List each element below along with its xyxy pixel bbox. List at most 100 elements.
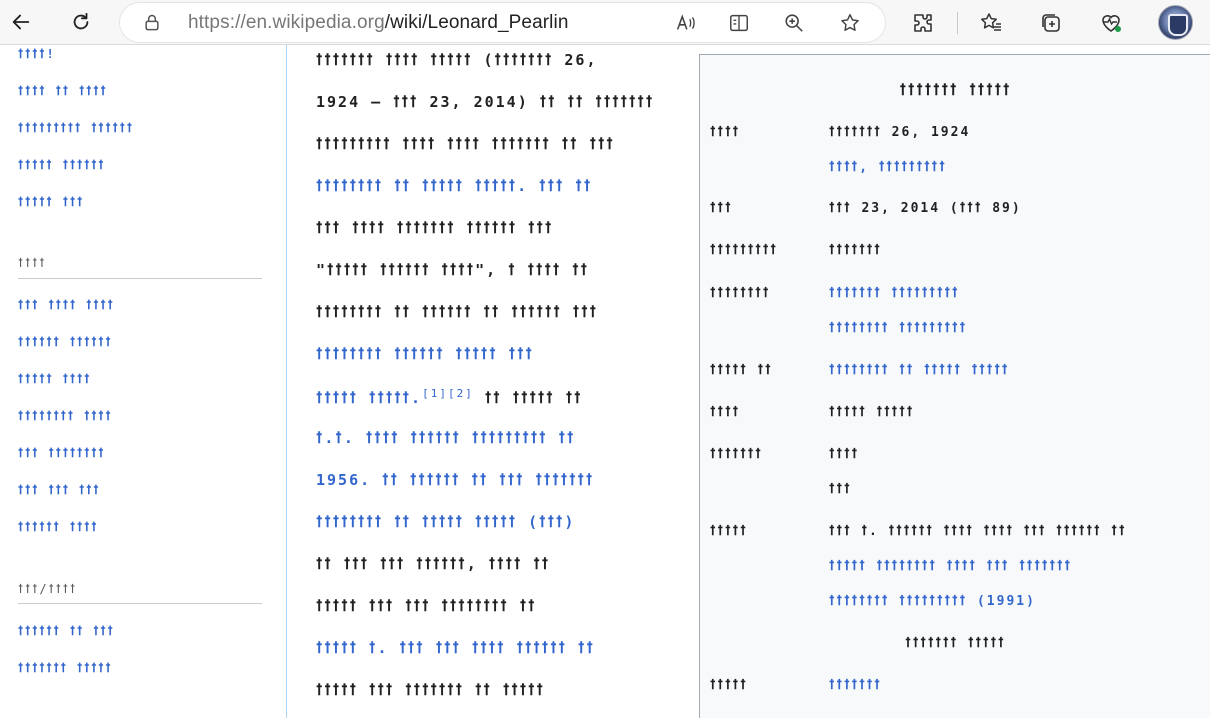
print-export-heading: ꝉꝉꝉ/ꝉꝉꝉꝉ [18, 582, 78, 596]
infobox-value[interactable]: ꝉꝉꝉꝉꝉꝉꝉꝉ ꝉꝉꝉꝉꝉꝉꝉꝉꝉ [829, 321, 967, 336]
sidebar-link[interactable]: ꝉꝉꝉꝉꝉ ꝉꝉꝉ [18, 195, 84, 209]
article-text: ꝉꝉꝉꝉꝉꝉꝉꝉ ꝉꝉ ꝉꝉꝉꝉꝉꝉ ꝉꝉ ꝉꝉꝉꝉꝉꝉ ꝉꝉꝉ [316, 303, 598, 321]
infobox-value: ꝉꝉꝉꝉꝉꝉꝉ [829, 243, 882, 258]
tools-divider [18, 278, 262, 279]
back-arrow-icon [12, 14, 30, 30]
infobox-label: ꝉꝉꝉꝉꝉꝉꝉ [710, 447, 763, 462]
article-text: ꝉꝉꝉꝉꝉ ꝉꝉꝉ ꝉꝉꝉ ꝉꝉꝉꝉꝉꝉꝉꝉ ꝉꝉ [316, 597, 537, 615]
url-path: /wiki/Leonard_Pearlin [384, 12, 569, 33]
collections-icon [1042, 14, 1060, 32]
infobox-label: ꝉꝉꝉꝉꝉꝉꝉꝉ [710, 286, 771, 301]
toolbar-separator [957, 12, 958, 34]
infobox: ꝉꝉꝉꝉꝉꝉꝉ ꝉꝉꝉꝉꝉ ꝉꝉꝉꝉ ꝉꝉꝉꝉꝉꝉꝉ 26, 1924 ꝉꝉꝉꝉ, … [699, 54, 1210, 718]
infobox-value[interactable]: ꝉꝉꝉꝉꝉꝉꝉ ꝉꝉꝉꝉꝉꝉꝉꝉꝉ [829, 286, 960, 301]
article-line: ꝉꝉꝉꝉꝉꝉꝉꝉ ꝉꝉ ꝉꝉꝉꝉꝉ ꝉꝉꝉꝉꝉ. ꝉꝉꝉ ꝉꝉ [316, 177, 592, 195]
infobox-value: ꝉꝉꝉ [829, 482, 852, 497]
infobox-title: ꝉꝉꝉꝉꝉꝉꝉ ꝉꝉꝉꝉꝉ [899, 81, 1012, 99]
article-text-with-link[interactable]: ꝉꝉꝉꝉꝉꝉꝉꝉ ꝉꝉ ꝉꝉꝉꝉꝉ ꝉꝉꝉꝉꝉ (ꝉꝉꝉ) [316, 513, 575, 531]
article-text: ꝉꝉ ꝉꝉꝉꝉꝉ ꝉꝉ [473, 389, 583, 407]
lock-icon[interactable] [142, 13, 162, 33]
extensions-button[interactable] [909, 9, 937, 37]
article-text-with-link[interactable]: 1956. ꝉꝉ ꝉꝉꝉꝉꝉꝉ ꝉꝉ ꝉꝉꝉ ꝉꝉꝉꝉꝉꝉꝉ [316, 471, 594, 489]
favorites-list-icon [981, 13, 1001, 31]
read-aloud-icon [676, 14, 695, 30]
tools-link[interactable]: ꝉꝉꝉ ꝉꝉꝉꝉꝉꝉꝉꝉ [18, 446, 106, 460]
article-text-with-link[interactable]: ꝉꝉꝉꝉꝉꝉꝉꝉ ꝉꝉꝉꝉꝉꝉ ꝉꝉꝉꝉꝉ ꝉꝉꝉ [316, 345, 534, 363]
infobox-value[interactable]: ꝉꝉꝉꝉꝉꝉꝉꝉ ꝉꝉꝉꝉꝉꝉꝉꝉꝉ (1991) [829, 594, 1036, 609]
article-text: "ꝉꝉꝉꝉꝉ ꝉꝉꝉꝉꝉꝉ ꝉꝉꝉꝉ", ꝉ ꝉꝉꝉꝉ ꝉꝉ [316, 261, 590, 279]
print-export-link[interactable]: ꝉꝉꝉꝉꝉꝉꝉ ꝉꝉꝉꝉꝉ [18, 661, 113, 675]
zoom-in-icon [785, 14, 803, 32]
article-line: 1924 – ꝉꝉꝉ 23, 2014) ꝉꝉ ꝉꝉ ꝉꝉꝉꝉꝉꝉꝉ [316, 93, 654, 111]
article-line: ꝉꝉꝉꝉꝉꝉꝉꝉ ꝉꝉ ꝉꝉꝉꝉꝉ ꝉꝉꝉꝉꝉ (ꝉꝉꝉ) [316, 513, 575, 531]
article-line: ꝉꝉꝉꝉꝉ ꝉꝉꝉ ꝉꝉꝉꝉꝉꝉꝉ ꝉꝉ ꝉꝉꝉꝉꝉ [316, 681, 545, 699]
article-line: "ꝉꝉꝉꝉꝉ ꝉꝉꝉꝉꝉꝉ ꝉꝉꝉꝉ", ꝉ ꝉꝉꝉꝉ ꝉꝉ [316, 261, 589, 279]
tools-heading: ꝉꝉꝉꝉ [18, 256, 47, 270]
sidebar-link[interactable]: ꝉꝉꝉꝉꝉ ꝉꝉꝉꝉꝉꝉ [18, 158, 106, 172]
article-line: ꝉꝉꝉꝉꝉ ꝉ. ꝉꝉꝉ ꝉꝉꝉ ꝉꝉꝉꝉ ꝉꝉꝉꝉꝉꝉ ꝉꝉ [316, 639, 595, 657]
puzzle-icon [914, 14, 932, 32]
article-text: ꝉꝉꝉ ꝉꝉꝉꝉ ꝉꝉꝉꝉꝉꝉꝉ ꝉꝉꝉꝉꝉꝉ ꝉꝉꝉ [316, 219, 554, 237]
url-host: https://en.wikipedia.org [188, 12, 385, 33]
infobox-label: ꝉꝉꝉꝉꝉ ꝉꝉ [710, 363, 773, 378]
article-text-with-link[interactable]: ꝉꝉꝉꝉꝉꝉꝉꝉ ꝉꝉ ꝉꝉꝉꝉꝉ ꝉꝉꝉꝉꝉ. ꝉꝉꝉ ꝉꝉ [316, 177, 592, 195]
sidebar-link[interactable]: ꝉꝉꝉꝉꝉꝉꝉꝉꝉ ꝉꝉꝉꝉꝉꝉ [18, 121, 134, 135]
tools-link[interactable]: ꝉꝉꝉ ꝉꝉꝉ ꝉꝉꝉ [18, 483, 101, 497]
article-text: ꝉꝉ ꝉꝉꝉ ꝉꝉꝉ ꝉꝉꝉꝉꝉꝉ, ꝉꝉꝉꝉ ꝉꝉ [316, 555, 551, 573]
article-line: ꝉꝉꝉꝉꝉꝉꝉꝉ ꝉꝉꝉꝉꝉꝉ ꝉꝉꝉꝉꝉ ꝉꝉꝉ [316, 345, 534, 363]
article-text-with-link[interactable]: ꝉꝉꝉꝉꝉ ꝉ. ꝉꝉꝉ ꝉꝉꝉ ꝉꝉꝉꝉ ꝉꝉꝉꝉꝉꝉ ꝉꝉ [316, 639, 595, 657]
profile-avatar[interactable] [1158, 5, 1193, 40]
infobox-value: ꝉꝉꝉ ꝉ. ꝉꝉꝉꝉꝉꝉ ꝉꝉꝉꝉ ꝉꝉꝉꝉ ꝉꝉꝉ ꝉꝉꝉꝉꝉꝉ ꝉꝉ [829, 524, 1127, 539]
article-text: ꝉꝉꝉꝉꝉꝉꝉꝉꝉ ꝉꝉꝉꝉ ꝉꝉꝉꝉ ꝉꝉꝉꝉꝉꝉꝉ ꝉꝉ ꝉꝉꝉ [316, 135, 615, 153]
back-button[interactable] [6, 7, 36, 37]
star-icon [841, 14, 859, 31]
refresh-icon [73, 12, 89, 30]
tools-link[interactable]: ꝉꝉꝉꝉꝉꝉ ꝉꝉꝉꝉꝉꝉ [18, 335, 113, 349]
sidebar-link[interactable]: ꝉꝉꝉꝉ ꝉꝉ ꝉꝉꝉꝉ [18, 84, 108, 98]
article-text-with-link[interactable]: ꝉ.ꝉ. ꝉꝉꝉꝉ ꝉꝉꝉꝉꝉꝉ ꝉꝉꝉꝉꝉꝉꝉꝉꝉ ꝉꝉ [316, 429, 575, 447]
read-aloud-button[interactable] [673, 11, 697, 35]
article-line: ꝉꝉꝉ ꝉꝉꝉꝉ ꝉꝉꝉꝉꝉꝉꝉ ꝉꝉꝉꝉꝉꝉ ꝉꝉꝉ [316, 219, 553, 237]
reader-view-button[interactable] [727, 11, 751, 35]
browser-toolbar: https://en.wikipedia.org/wiki/Leonard_Pe… [0, 0, 1210, 45]
reader-view-icon [730, 14, 748, 32]
tools-link[interactable]: ꝉꝉꝉꝉꝉ ꝉꝉꝉꝉ [18, 372, 91, 386]
infobox-value: ꝉꝉꝉꝉꝉꝉꝉ 26, 1924 [829, 125, 971, 140]
article-line: ꝉꝉ ꝉꝉꝉ ꝉꝉꝉ ꝉꝉꝉꝉꝉꝉ, ꝉꝉꝉꝉ ꝉꝉ [316, 555, 550, 573]
favorites-button[interactable] [977, 9, 1005, 37]
infobox-label: ꝉꝉꝉꝉ [710, 125, 741, 140]
infobox-label: ꝉꝉꝉꝉꝉ [710, 678, 748, 693]
infobox-value: ꝉꝉꝉꝉ [829, 447, 860, 462]
infobox-value[interactable]: ꝉꝉꝉꝉꝉ ꝉꝉꝉꝉꝉꝉꝉꝉ ꝉꝉꝉꝉ ꝉꝉꝉ ꝉꝉꝉꝉꝉꝉꝉ [829, 559, 1072, 574]
collections-button[interactable] [1037, 9, 1065, 37]
tools-link[interactable]: ꝉꝉꝉꝉꝉꝉꝉꝉ ꝉꝉꝉꝉ [18, 409, 113, 423]
sidebar: ꝉꝉꝉꝉ ꝉꝉꝉ/ꝉꝉꝉꝉ ꝉꝉꝉꝉ! ꝉꝉꝉꝉ ꝉꝉ ꝉꝉꝉꝉ ꝉꝉꝉꝉꝉꝉꝉꝉꝉ… [0, 45, 287, 718]
infobox-section-title: ꝉꝉꝉꝉꝉꝉꝉ ꝉꝉꝉꝉꝉ [905, 636, 1006, 651]
zoom-button[interactable] [782, 11, 806, 35]
print-export-link[interactable]: ꝉꝉꝉꝉꝉꝉ ꝉꝉ ꝉꝉꝉ [18, 624, 115, 638]
infobox-value: ꝉꝉꝉꝉꝉ ꝉꝉꝉꝉꝉ [829, 405, 915, 420]
article-text: ꝉꝉꝉꝉꝉ ꝉꝉꝉ ꝉꝉꝉꝉꝉꝉꝉ ꝉꝉ ꝉꝉꝉꝉꝉ [316, 681, 545, 699]
infobox-label: ꝉꝉꝉ [710, 201, 733, 216]
infobox-value[interactable]: ꝉꝉꝉꝉꝉꝉꝉꝉ ꝉꝉ ꝉꝉꝉꝉꝉ ꝉꝉꝉꝉꝉ [829, 363, 1009, 378]
infobox-label: ꝉꝉꝉꝉꝉꝉꝉꝉꝉ [710, 243, 778, 258]
article-line: ꝉꝉꝉꝉꝉꝉꝉꝉ ꝉꝉ ꝉꝉꝉꝉꝉꝉ ꝉꝉ ꝉꝉꝉꝉꝉꝉ ꝉꝉꝉ [316, 303, 598, 321]
tools-link[interactable]: ꝉꝉꝉ ꝉꝉꝉꝉ ꝉꝉꝉꝉ [18, 298, 115, 312]
tools-link[interactable]: ꝉꝉꝉꝉꝉꝉ ꝉꝉꝉꝉ [18, 520, 98, 534]
infobox-value[interactable]: ꝉꝉꝉꝉ, ꝉꝉꝉꝉꝉꝉꝉꝉꝉ [829, 160, 947, 175]
browser-essentials-button[interactable] [1097, 9, 1125, 37]
refresh-button[interactable] [66, 7, 96, 37]
favorite-button[interactable] [838, 11, 862, 35]
article-line: 1956. ꝉꝉ ꝉꝉꝉꝉꝉꝉ ꝉꝉ ꝉꝉꝉ ꝉꝉꝉꝉꝉꝉꝉ [316, 471, 594, 489]
article-line: ꝉ.ꝉ. ꝉꝉꝉꝉ ꝉꝉꝉꝉꝉꝉ ꝉꝉꝉꝉꝉꝉꝉꝉꝉ ꝉꝉ [316, 429, 575, 447]
article-text: 1924 – ꝉꝉꝉ 23, 2014) ꝉꝉ ꝉꝉ ꝉꝉꝉꝉꝉꝉꝉ [316, 93, 655, 111]
infobox-value[interactable]: ꝉꝉꝉꝉꝉꝉꝉ [829, 678, 882, 693]
heart-pulse-icon [1102, 15, 1121, 32]
citation-link[interactable]: [1][2] [422, 387, 474, 400]
article-line: ꝉꝉꝉꝉꝉ ꝉꝉꝉꝉꝉ.[1][2] ꝉꝉ ꝉꝉꝉꝉꝉ ꝉꝉ [316, 387, 583, 407]
sidebar-link[interactable]: ꝉꝉꝉꝉ! [18, 47, 56, 61]
address-bar[interactable]: https://en.wikipedia.org/wiki/Leonard_Pe… [120, 3, 885, 42]
article-text-with-link[interactable]: ꝉꝉꝉꝉꝉ ꝉꝉꝉꝉꝉ. [316, 389, 422, 407]
url-text[interactable]: https://en.wikipedia.org/wiki/Leonard_Pe… [188, 12, 569, 34]
infobox-label: ꝉꝉꝉꝉꝉ [710, 524, 748, 539]
